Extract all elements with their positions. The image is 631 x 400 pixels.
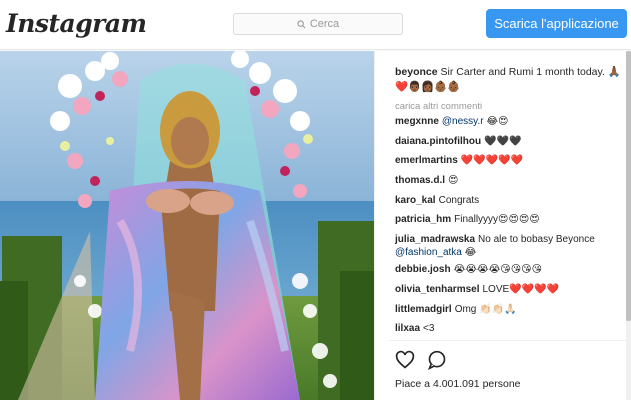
comment-item: lilxaa <3 (395, 322, 627, 342)
comment-item: littlemadgirl Omg 👏🏻👏🏻🙏🏻 (395, 303, 627, 323)
action-divider (389, 340, 631, 341)
comment-item: karo_kal Congrats (395, 194, 627, 214)
comment-username[interactable]: lilxaa (395, 323, 420, 334)
comment-text: <3 (423, 323, 435, 335)
heart-icon[interactable] (395, 350, 415, 370)
search-input[interactable]: Cerca (233, 13, 403, 35)
comment-text: Omg 👏🏻👏🏻🙏🏻 (454, 303, 517, 315)
post-photo[interactable] (0, 51, 374, 400)
post-view: beyonce Sir Carter and Rumi 1 month toda… (0, 51, 631, 400)
load-more-comments-link[interactable]: carica altri commenti (395, 101, 482, 112)
instagram-logo[interactable]: Instagram (6, 9, 147, 38)
comment-username[interactable]: debbie.josh (395, 264, 451, 275)
comment-item: thomas.d.l 😍 (395, 174, 627, 194)
post-actions (395, 350, 447, 370)
comment-text: 😍 (448, 175, 459, 187)
comment-mention[interactable]: @fashion_atka (395, 247, 462, 258)
comment-username[interactable]: daiana.pintofilhou (395, 136, 481, 147)
comment-username[interactable]: megxnne (395, 116, 439, 127)
comment-list: megxnne @nessy.r 😂😍 daiana.pintofilhou 🖤🖤🖤… (395, 115, 627, 342)
search-icon (297, 19, 306, 28)
comment-username[interactable]: karo_kal (395, 195, 436, 206)
comment-item: debbie.josh 😭😭😭😭😘😘😘😘 (395, 263, 627, 283)
comment-text: Congrats (438, 194, 480, 206)
comment-username[interactable]: olivia_tenharmsel (395, 284, 479, 295)
comment-text: Finallyyyy😍😍😍😍 (454, 214, 540, 226)
comment-text: ❤️❤️❤️❤️❤️ (460, 155, 524, 167)
comment-mention[interactable]: @nessy.r (442, 116, 484, 127)
comment-username[interactable]: thomas.d.l (395, 175, 445, 186)
comment-item: daiana.pintofilhou 🖤🖤🖤 (395, 135, 627, 155)
comment-text: 😭😭😭😭😘😘😘😘 (453, 264, 542, 276)
comment-item: julia_madrawska No ale to bobasy Beyonce @… (395, 233, 627, 263)
comment-text: No ale to bobasy Beyonce (478, 234, 595, 246)
comment-username[interactable]: emerlmartins (395, 155, 458, 166)
comment-text: 😂😍 (486, 116, 509, 127)
comment-item: patricia_hm Finallyyyy😍😍😍😍 (395, 213, 627, 233)
comment-text: LOVE❤️❤️❤️❤️ (482, 283, 559, 295)
comment-username[interactable]: julia_madrawska (395, 234, 475, 245)
likes-count[interactable]: Piace a 4.001.091 persone (395, 378, 521, 390)
post-caption: beyonce Sir Carter and Rumi 1 month toda… (395, 65, 623, 95)
scrollbar[interactable] (626, 51, 631, 400)
comment-text-tail: 😂 (464, 247, 477, 259)
comment-text: 🖤🖤🖤 (484, 135, 522, 147)
comment-username[interactable]: patricia_hm (395, 214, 451, 225)
top-navigation-bar: Instagram Cerca Scarica l'applicazione (0, 0, 631, 50)
post-photo-illustration (0, 51, 374, 400)
comment-item: megxnne @nessy.r 😂😍 (395, 115, 627, 135)
comments-panel: beyonce Sir Carter and Rumi 1 month toda… (374, 51, 631, 400)
comment-username[interactable]: littlemadgirl (395, 304, 452, 315)
comment-icon[interactable] (427, 350, 447, 370)
search-placeholder: Cerca (309, 18, 340, 30)
caption-username[interactable]: beyonce (395, 66, 438, 78)
scrollbar-thumb[interactable] (626, 51, 631, 321)
download-app-button[interactable]: Scarica l'applicazione (486, 9, 627, 38)
comment-item: emerlmartins ❤️❤️❤️❤️❤️ (395, 154, 627, 174)
comment-item: olivia_tenharmsel LOVE❤️❤️❤️❤️ (395, 283, 627, 303)
